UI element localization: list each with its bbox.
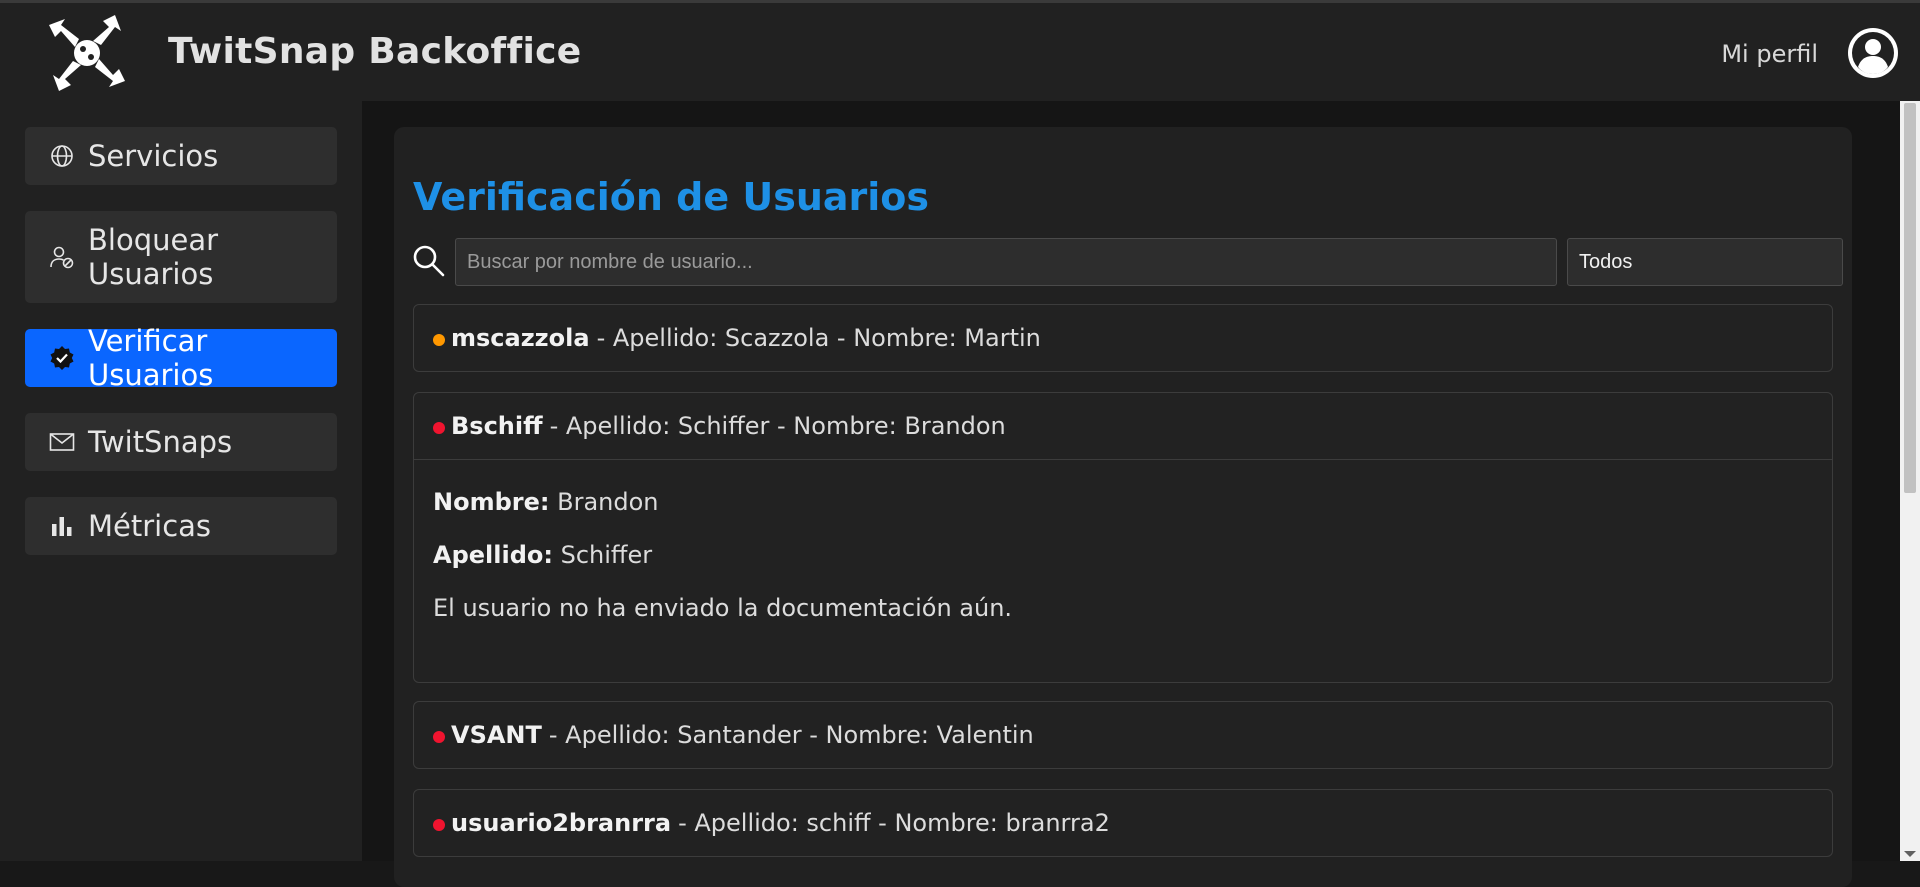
app-title: TwitSnap Backoffice (168, 31, 582, 72)
sidebar-item-label: Métricas (88, 509, 212, 543)
top-header: TwitSnap Backoffice Mi perfil (0, 3, 1920, 101)
username: usuario2branrra (451, 809, 672, 837)
envelope-icon (49, 433, 75, 451)
sidebar: Servicios Bloquear Usuarios Verificar Us… (0, 101, 362, 861)
user-summary: - Apellido: Scazzola - Nombre: Martin (596, 324, 1041, 352)
user-summary: - Apellido: schiff - Nombre: branrra2 (678, 809, 1110, 837)
user-row-header[interactable]: VSANT - Apellido: Santander - Nombre: Va… (414, 702, 1832, 768)
scrollbar-thumb[interactable] (1904, 103, 1916, 493)
username: VSANT (451, 721, 542, 749)
twitsnap-logo-icon (49, 15, 125, 91)
sidebar-item-servicios[interactable]: Servicios (25, 127, 337, 185)
status-dot (433, 731, 445, 743)
user-row-header[interactable]: mscazzola - Apellido: Scazzola - Nombre:… (414, 305, 1832, 371)
detail-nombre: Nombre: Brandon (433, 488, 1813, 517)
sidebar-item-label: Verificar Usuarios (88, 324, 214, 392)
detail-message: El usuario no ha enviado la documentació… (433, 594, 1013, 622)
user-summary: - Apellido: Schiffer - Nombre: Brandon (549, 412, 1006, 440)
user-row-header[interactable]: usuario2branrra - Apellido: schiff - Nom… (414, 790, 1832, 856)
detail-value: Brandon (557, 488, 659, 516)
sidebar-item-verificar-usuarios[interactable]: Verificar Usuarios (25, 324, 337, 392)
verified-badge-icon (50, 346, 74, 370)
detail-apellido: Apellido: Schiffer (433, 541, 1813, 570)
username: Bschiff (451, 412, 543, 440)
sidebar-item-label: TwitSnaps (88, 425, 233, 459)
sidebar-item-label: Servicios (88, 139, 219, 173)
scroll-down-arrow-icon[interactable] (1904, 851, 1916, 857)
profile-link[interactable]: Mi perfil (1721, 40, 1818, 68)
username: mscazzola (451, 324, 590, 352)
detail-label: Apellido: (433, 541, 553, 569)
status-dot (433, 334, 445, 346)
page-title: Verificación de Usuarios (413, 175, 930, 219)
status-filter-select[interactable]: Todos (1567, 238, 1843, 286)
page-scrollbar[interactable] (1900, 101, 1920, 861)
user-row-bschiff[interactable]: Bschiff - Apellido: Schiffer - Nombre: B… (413, 392, 1833, 683)
status-dot (433, 819, 445, 831)
user-row-header[interactable]: Bschiff - Apellido: Schiffer - Nombre: B… (414, 393, 1832, 459)
search-input[interactable] (455, 238, 1557, 286)
user-summary: - Apellido: Santander - Nombre: Valentin (548, 721, 1034, 749)
detail-label: Nombre: (433, 488, 550, 516)
filter-selected-value: Todos (1579, 250, 1633, 273)
detail-value: Schiffer (560, 541, 653, 569)
user-row-mscazzola[interactable]: mscazzola - Apellido: Scazzola - Nombre:… (413, 304, 1833, 372)
bar-chart-icon (52, 517, 72, 536)
user-row-vsant[interactable]: VSANT - Apellido: Santander - Nombre: Va… (413, 701, 1833, 769)
sidebar-item-bloquear-usuarios[interactable]: Bloquear Usuarios (25, 211, 337, 303)
user-block-icon (50, 246, 74, 269)
user-row-usuario2branrra[interactable]: usuario2branrra - Apellido: schiff - Nom… (413, 789, 1833, 857)
user-details: Nombre: Brandon Apellido: Schiffer El us… (414, 459, 1832, 623)
globe-icon (51, 145, 73, 167)
sidebar-item-label: Bloquear Usuarios (88, 223, 219, 291)
sidebar-item-twitsnaps[interactable]: TwitSnaps (25, 413, 337, 471)
status-dot (433, 422, 445, 434)
search-icon (413, 245, 445, 277)
user-avatar-icon[interactable] (1846, 26, 1900, 80)
sidebar-item-metricas[interactable]: Métricas (25, 497, 337, 555)
